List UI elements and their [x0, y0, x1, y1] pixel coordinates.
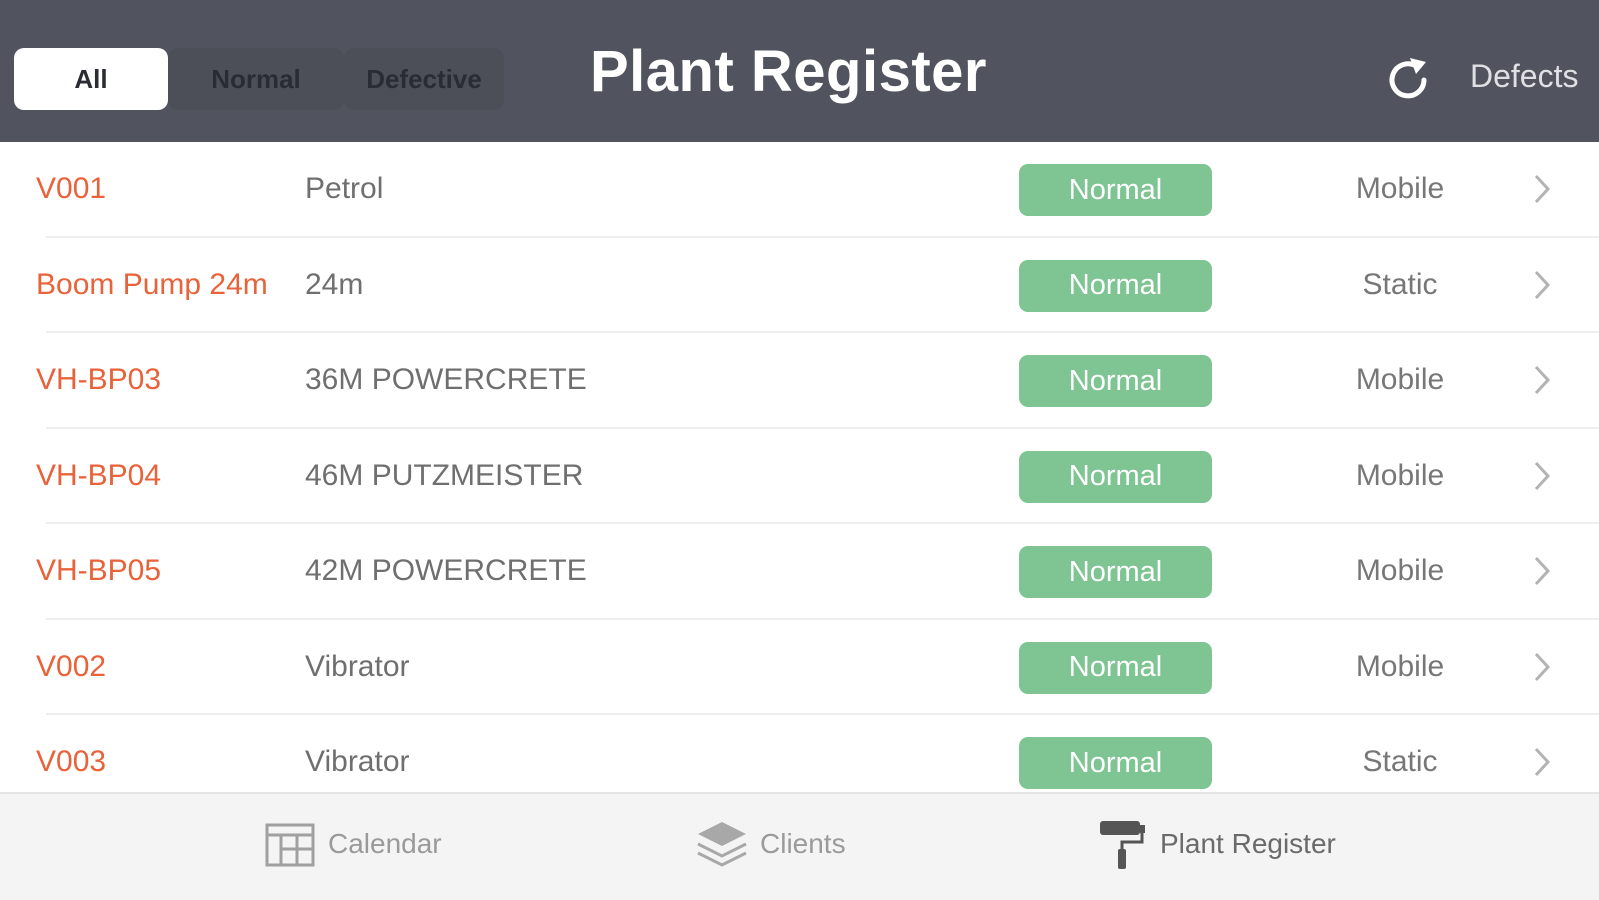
table-row[interactable]: V003 Vibrator Normal Static — [0, 715, 1599, 792]
paint-roller-icon — [1100, 821, 1145, 869]
table-row[interactable]: V001 Petrol Normal Mobile — [0, 142, 1599, 238]
status-badge: Normal — [1019, 164, 1212, 216]
chevron-right-icon — [1534, 365, 1551, 395]
tab-label: Calendar — [328, 828, 442, 859]
plant-code: V001 — [36, 172, 107, 205]
table-row[interactable]: VH-BP03 36M POWERCRETE Normal Mobile — [0, 333, 1599, 429]
table-row[interactable]: Boom Pump 24m 24m Normal Static — [0, 238, 1599, 334]
plant-type: Mobile — [1355, 458, 1445, 492]
status-badge: Normal — [1019, 737, 1212, 789]
plant-description: 24m — [305, 267, 364, 301]
table-row[interactable]: V002 Vibrator Normal Mobile — [0, 620, 1599, 716]
plant-type: Mobile — [1355, 554, 1445, 587]
status-badge: Normal — [1019, 546, 1212, 598]
status-badge: Normal — [1019, 641, 1212, 694]
status-badge: Normal — [1019, 259, 1212, 312]
tab-bar: Calendar Clients Plant Register — [0, 792, 1599, 900]
chevron-right-icon — [1534, 556, 1551, 586]
plant-code: V002 — [36, 649, 107, 683]
plant-description: 46M PUTZMEISTER — [305, 458, 584, 492]
tab-label: Plant Register — [1160, 828, 1336, 859]
table-row[interactable]: VH-BP04 46M PUTZMEISTER Normal Mobile — [0, 429, 1599, 525]
status-badge: Normal — [1019, 355, 1212, 407]
filter-defective-button[interactable]: Defective — [344, 48, 504, 110]
filter-segmented-control: All Normal Defective — [14, 48, 504, 110]
plant-type: Mobile — [1355, 649, 1445, 683]
plant-list: V001 Petrol Normal Mobile Boom Pump 24m … — [0, 142, 1599, 792]
calendar-icon — [265, 823, 315, 867]
layers-icon — [697, 822, 747, 867]
tab-calendar[interactable]: Calendar — [262, 816, 442, 872]
plant-type: Static — [1362, 267, 1438, 301]
chevron-right-icon — [1534, 270, 1551, 299]
filter-all-button[interactable]: All — [14, 48, 168, 110]
plant-type: Mobile — [1355, 172, 1445, 205]
plant-code: VH-BP04 — [36, 458, 162, 492]
defects-button[interactable]: Defects — [1470, 58, 1578, 95]
table-row[interactable]: VH-BP05 42M POWERCRETE Normal Mobile — [0, 524, 1599, 620]
chevron-right-icon — [1534, 174, 1551, 204]
page-title: Plant Register — [590, 39, 987, 104]
tab-label: Clients — [760, 828, 846, 859]
plant-description: Vibrator — [305, 745, 410, 778]
plant-description: Vibrator — [305, 649, 410, 683]
plant-description: 36M POWERCRETE — [305, 363, 587, 396]
refresh-icon[interactable] — [1380, 52, 1436, 108]
plant-code: VH-BP05 — [36, 554, 162, 587]
filter-normal-button[interactable]: Normal — [168, 48, 344, 110]
chevron-right-icon — [1534, 461, 1551, 490]
plant-type: Static — [1362, 745, 1438, 778]
plant-type: Mobile — [1355, 363, 1445, 396]
tab-plant-register[interactable]: Plant Register — [1094, 816, 1336, 872]
header-bar: All Normal Defective Plant Register Defe… — [0, 0, 1599, 142]
plant-description: 42M POWERCRETE — [305, 554, 587, 587]
plant-description: Petrol — [305, 172, 384, 205]
status-badge: Normal — [1019, 450, 1212, 503]
plant-code: V003 — [36, 745, 107, 778]
chevron-right-icon — [1534, 747, 1551, 777]
chevron-right-icon — [1534, 652, 1551, 681]
plant-code: VH-BP03 — [36, 363, 162, 396]
tab-clients[interactable]: Clients — [694, 816, 846, 872]
plant-code: Boom Pump 24m — [36, 267, 268, 301]
